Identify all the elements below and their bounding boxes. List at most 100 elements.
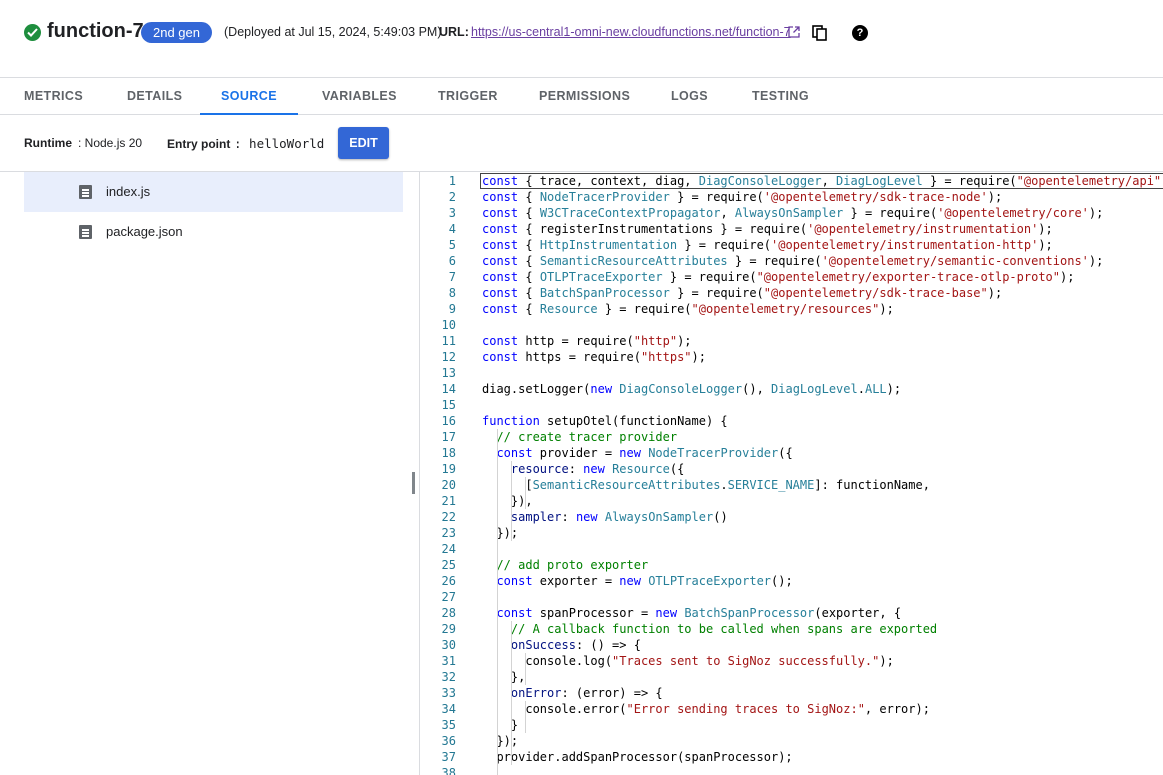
- line-number: 10: [441, 318, 456, 332]
- line-number: 1: [448, 174, 456, 188]
- external-link-icon[interactable]: [788, 25, 800, 38]
- edit-button[interactable]: EDIT: [338, 127, 389, 159]
- code-text: const { registerInstrumentations } = req…: [482, 222, 1053, 236]
- panel-resize-handle[interactable]: [412, 472, 415, 494]
- code-line: 28 const spanProcessor = new BatchSpanPr…: [420, 605, 1163, 621]
- code-text: const { HttpInstrumentation } = require(…: [482, 238, 1053, 252]
- code-line: 36 });: [420, 733, 1163, 749]
- tab-variables[interactable]: VARIABLES: [322, 78, 397, 115]
- runtime-label: Runtime: [24, 136, 72, 150]
- code-line: 33 onError: (error) => {: [420, 685, 1163, 701]
- code-line: 35 }: [420, 717, 1163, 733]
- line-number: 25: [441, 558, 456, 572]
- line-number: 23: [441, 526, 456, 540]
- code-text: console.log("Traces sent to SigNoz succe…: [482, 654, 894, 668]
- code-line: 7 const { OTLPTraceExporter } = require("…: [420, 269, 1163, 285]
- indent-guide: [511, 621, 512, 765]
- code-line: 5 const { HttpInstrumentation } = require…: [420, 237, 1163, 253]
- code-text: const spanProcessor = new BatchSpanProce…: [496, 606, 902, 620]
- line-number: 22: [441, 510, 456, 524]
- tab-logs[interactable]: LOGS: [671, 78, 708, 115]
- entry-point-label: Entry point: [167, 137, 231, 151]
- code-text: const { BatchSpanProcessor } = require("…: [482, 286, 1003, 300]
- code-text: },: [482, 670, 526, 684]
- code-line: 32 },: [420, 669, 1163, 685]
- line-number: 19: [441, 462, 456, 476]
- code-line: 4 const { registerInstrumentations } = re…: [420, 221, 1163, 237]
- indent-guide: [525, 477, 526, 509]
- code-text: [SemanticResourceAttributes.SERVICE_NAME…: [482, 478, 930, 492]
- code-line: 31 console.log("Traces sent to SigNoz su…: [420, 653, 1163, 669]
- code-line: 25 // add proto exporter: [420, 557, 1163, 573]
- code-line: 6 const { SemanticResourceAttributes } = …: [420, 253, 1163, 269]
- code-line: 17 // create tracer provider: [420, 429, 1163, 445]
- line-number: 31: [441, 654, 456, 668]
- tab-source[interactable]: SOURCE: [200, 78, 298, 115]
- line-number: 6: [448, 254, 456, 268]
- code-line: 34 console.error("Error sending traces t…: [420, 701, 1163, 717]
- function-name: function-7: [47, 20, 144, 42]
- tab-bar: METRICS DETAILS SOURCE VARIABLES TRIGGER…: [0, 77, 1163, 115]
- tab-metrics[interactable]: METRICS: [24, 78, 83, 115]
- code-text: function setupOtel(functionName) {: [482, 414, 728, 428]
- tab-permissions[interactable]: PERMISSIONS: [539, 78, 630, 115]
- line-number: 4: [448, 222, 456, 236]
- line-number: 13: [441, 366, 456, 380]
- line-number: 17: [441, 430, 456, 444]
- line-number: 20: [441, 478, 456, 492]
- code-line: 29 // A callback function to be called w…: [420, 621, 1163, 637]
- tab-trigger[interactable]: TRIGGER: [438, 78, 497, 115]
- line-number: 36: [441, 734, 456, 748]
- tab-testing[interactable]: TESTING: [752, 78, 809, 115]
- line-number: 2: [448, 190, 456, 204]
- code-line: 10: [420, 317, 1163, 333]
- file-item-package-json[interactable]: package.json: [24, 212, 403, 252]
- code-line: 23 });: [420, 525, 1163, 541]
- tab-details[interactable]: DETAILS: [127, 78, 182, 115]
- line-number: 33: [441, 686, 456, 700]
- code-line: 13: [420, 365, 1163, 381]
- code-line: 15: [420, 397, 1163, 413]
- line-number: 12: [441, 350, 456, 364]
- code-line: 27: [420, 589, 1163, 605]
- runtime-value: : Node.js 20: [78, 136, 143, 150]
- check-circle-icon: [24, 24, 41, 41]
- line-number: 38: [441, 766, 456, 775]
- code-text: });: [482, 734, 519, 748]
- file-item-index-js[interactable]: index.js: [24, 172, 403, 212]
- code-line: 1 const { trace, context, diag, DiagConso…: [420, 173, 1163, 189]
- code-text: const { trace, context, diag, DiagConsol…: [482, 174, 1163, 188]
- code-line: 11 const http = require("http");: [420, 333, 1163, 349]
- code-line: 20 [SemanticResourceAttributes.SERVICE_N…: [420, 477, 1163, 493]
- code-text: resource: new Resource({: [510, 462, 685, 476]
- file-name: index.js: [106, 184, 151, 199]
- code-text: const { W3CTraceContextPropagator, Alway…: [482, 206, 1104, 220]
- code-line: 19 resource: new Resource({: [420, 461, 1163, 477]
- code-text: }: [482, 718, 519, 732]
- code-line: 3 const { W3CTraceContextPropagator, Alwa…: [420, 205, 1163, 221]
- indent-guide: [497, 429, 498, 775]
- code-text: });: [482, 526, 519, 540]
- line-number: 9: [448, 302, 456, 316]
- line-number: 14: [441, 382, 456, 396]
- code-text: const http = require("http");: [482, 334, 692, 348]
- line-number: 15: [441, 398, 456, 412]
- line-number: 5: [448, 238, 456, 252]
- code-text: // create tracer provider: [496, 430, 678, 444]
- help-icon[interactable]: ?: [852, 25, 868, 41]
- copy-icon[interactable]: [812, 25, 828, 41]
- code-text: // add proto exporter: [496, 558, 649, 572]
- line-number: 37: [441, 750, 456, 764]
- source-info-bar: Runtime : Node.js 20 Entry point : hello…: [0, 116, 1163, 172]
- code-line: 21 }),: [420, 493, 1163, 509]
- url-label: URL:: [439, 25, 469, 39]
- code-text: // A callback function to be called when…: [510, 622, 938, 636]
- indent-guide: [525, 701, 526, 733]
- line-number: 30: [441, 638, 456, 652]
- line-number: 27: [441, 590, 456, 604]
- code-editor[interactable]: 1 const { trace, context, diag, DiagConso…: [420, 172, 1163, 775]
- function-url-link[interactable]: https://us-central1-omni-new.cloudfuncti…: [471, 25, 791, 39]
- code-line: 14 diag.setLogger(new DiagConsoleLogger()…: [420, 381, 1163, 397]
- code-line: 38: [420, 765, 1163, 775]
- code-line: 24: [420, 541, 1163, 557]
